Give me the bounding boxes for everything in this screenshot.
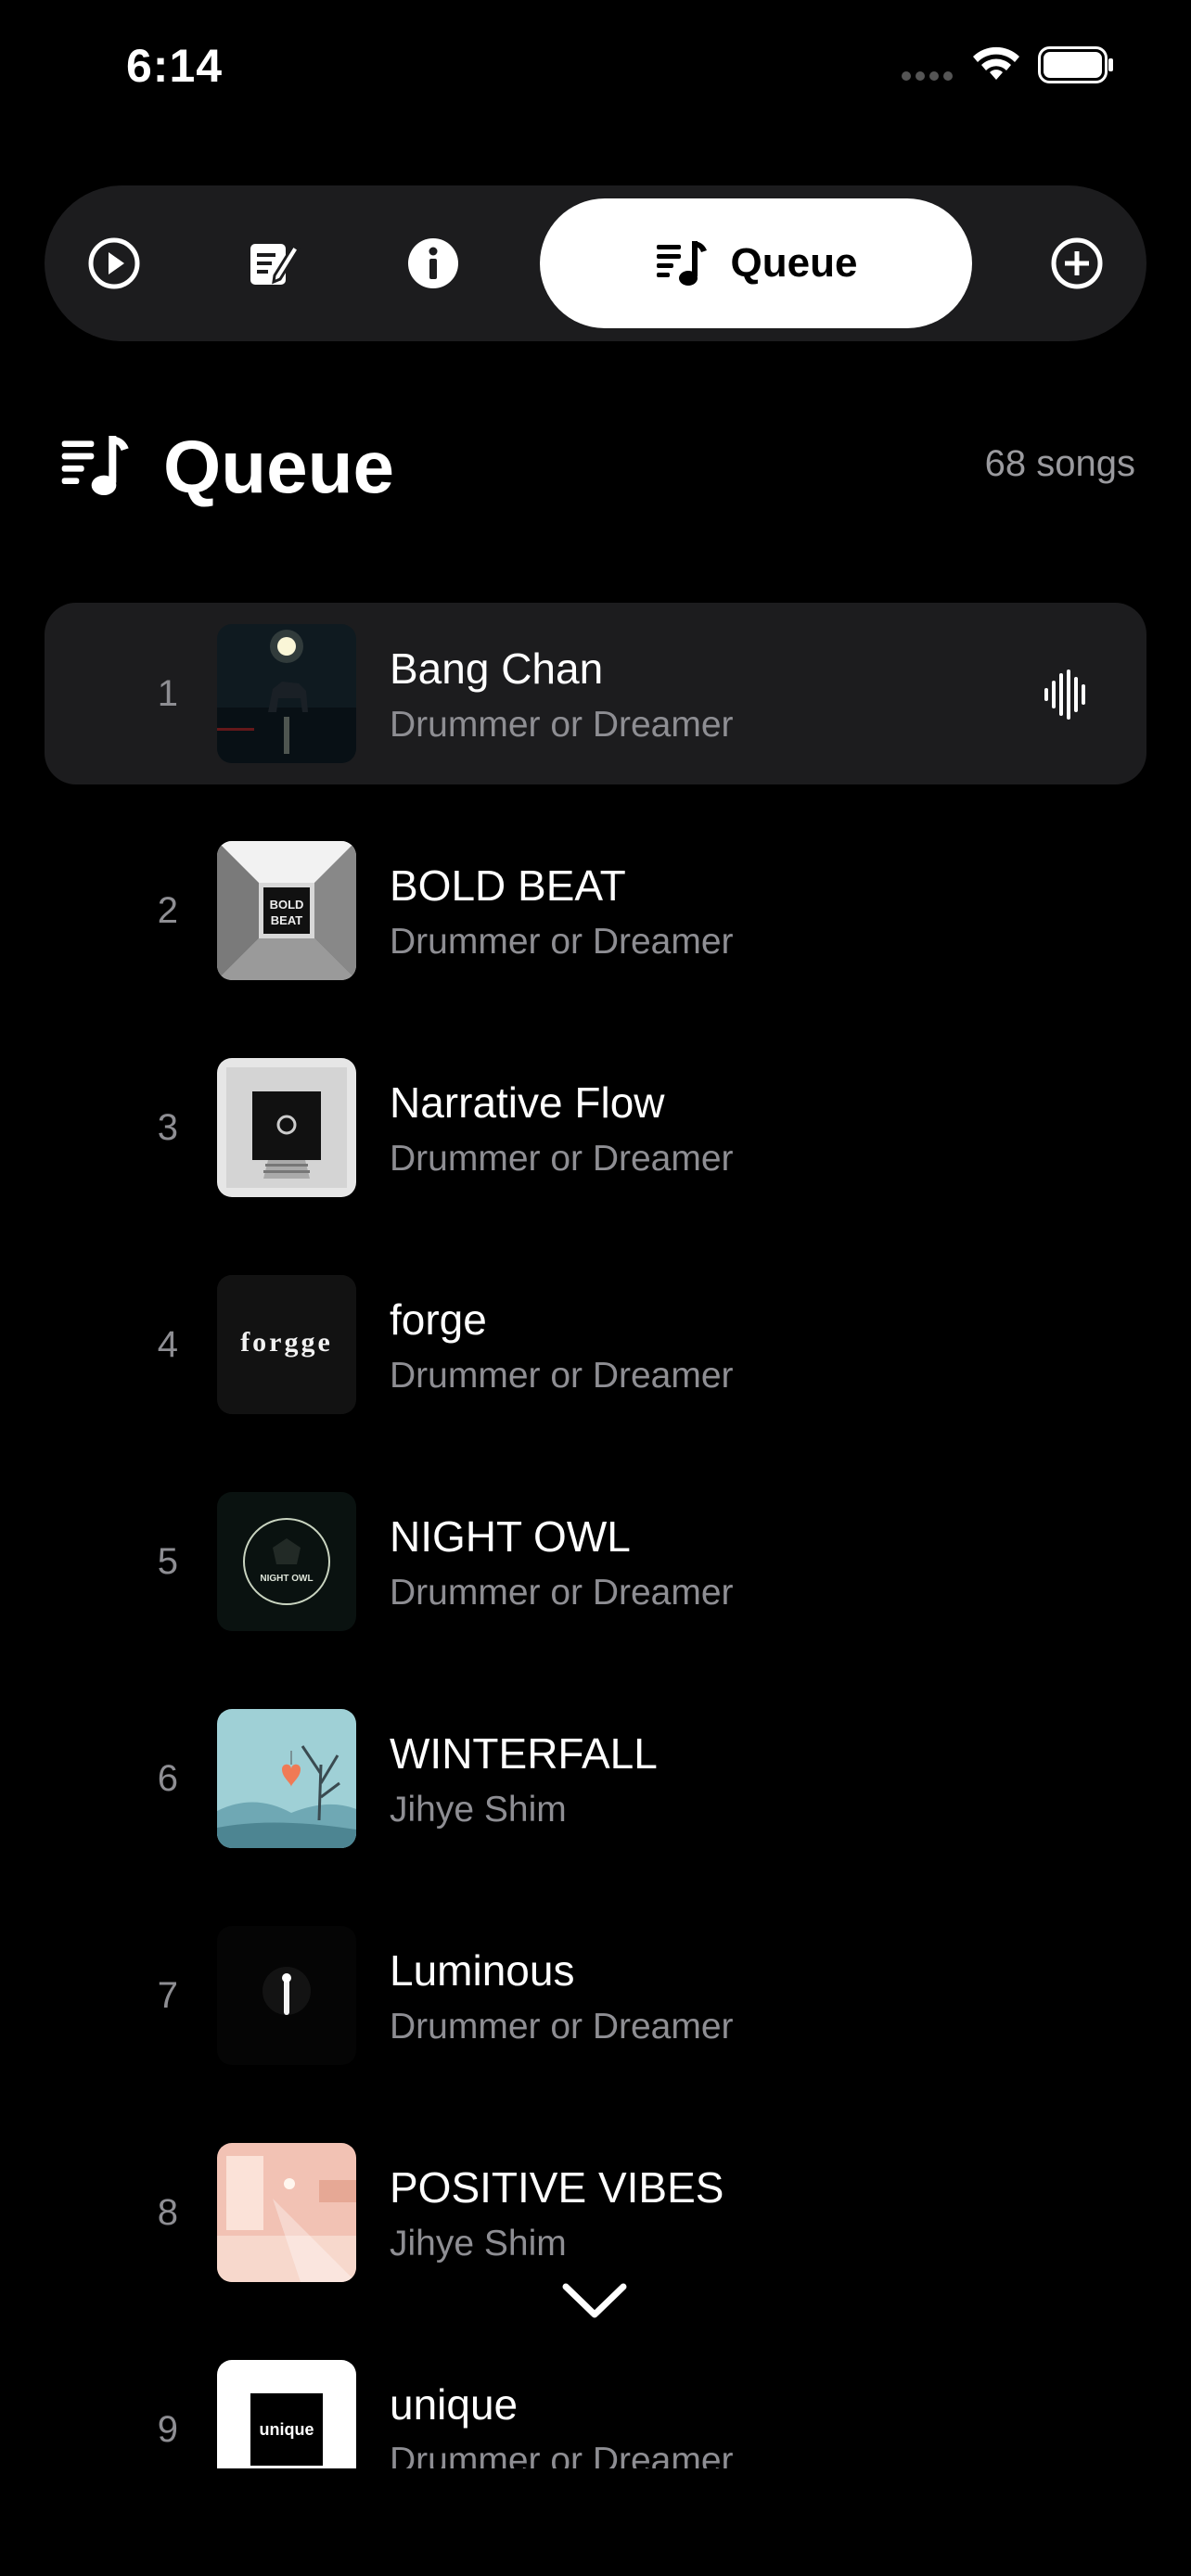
page-title: Queue xyxy=(163,426,394,508)
album-art xyxy=(217,1058,356,1197)
wifi-icon xyxy=(973,46,1019,80)
track-number: 4 xyxy=(157,1324,178,1365)
album-art xyxy=(217,2143,356,2282)
track-number: 7 xyxy=(157,1975,178,2016)
queue-header: Queue 68 songs xyxy=(59,408,1135,529)
track-title: Bang Chan xyxy=(390,644,604,693)
album-art xyxy=(217,1926,356,2065)
queue-music-icon xyxy=(656,241,707,286)
queue-row[interactable]: 6 WINTERFALL Jihye Shim xyxy=(45,1688,1146,1869)
track-title: forge xyxy=(390,1295,487,1344)
track-title: unique xyxy=(390,2380,519,2429)
track-artist: Drummer or Dreamer xyxy=(390,1139,734,1179)
track-artist: Drummer or Dreamer xyxy=(390,2441,734,2468)
queue-row[interactable]: 8 POSITIVE VIBES Jihye Shim xyxy=(45,2122,1146,2303)
track-artist: Drummer or Dreamer xyxy=(390,1573,734,1613)
track-title: NIGHT OWL xyxy=(390,1512,631,1561)
track-title: Luminous xyxy=(390,1946,575,1995)
queue-row[interactable]: 7 Luminous Drummer or Dreamer xyxy=(45,1905,1146,2086)
track-number: 9 xyxy=(157,2409,178,2450)
queue-tab-label: Queue xyxy=(730,240,858,286)
track-number: 2 xyxy=(157,890,178,931)
battery-icon xyxy=(1038,46,1113,83)
play-tab[interactable] xyxy=(87,236,141,290)
track-artist: Drummer or Dreamer xyxy=(390,922,734,962)
queue-list: 1 Bang Chan Drummer or Dreamer 2 BOLD BE… xyxy=(45,603,1146,2504)
queue-row[interactable]: 3 Narrative Flow Drummer or Dreamer xyxy=(45,1037,1146,1218)
cellular-signal-icon xyxy=(902,69,957,85)
track-title: BOLD BEAT xyxy=(390,861,626,910)
track-number: 5 xyxy=(157,1541,178,1582)
segment-tab-bar: Queue xyxy=(45,185,1146,341)
queue-row[interactable]: 2 BOLD BEAT BOLD BEAT Drummer or Dreamer xyxy=(45,820,1146,1001)
album-art xyxy=(217,624,356,763)
track-artist: Drummer or Dreamer xyxy=(390,1356,734,1396)
info-tab[interactable] xyxy=(406,236,460,290)
track-number: 8 xyxy=(157,2192,178,2233)
track-title: Narrative Flow xyxy=(390,1078,665,1127)
track-number: 3 xyxy=(157,1107,178,1148)
track-title: POSITIVE VIBES xyxy=(390,2163,724,2212)
play-circle-icon xyxy=(88,237,140,289)
queue-row[interactable]: 5 NIGHT OWL NIGHT OWL Drummer or Dreamer xyxy=(45,1471,1146,1652)
queue-row[interactable]: 9 unique unique Drummer or Dreamer xyxy=(45,2339,1146,2468)
queue-tab[interactable]: Queue xyxy=(540,198,972,328)
queue-row[interactable]: 1 Bang Chan Drummer or Dreamer xyxy=(45,603,1146,784)
track-number: 1 xyxy=(157,673,178,714)
svg-text:NIGHT OWL: NIGHT OWL xyxy=(260,1574,313,1584)
now-playing-waveform-icon xyxy=(1044,670,1085,720)
queue-row[interactable]: 4 forgge forge Drummer or Dreamer xyxy=(45,1254,1146,1435)
svg-text:BOLD: BOLD xyxy=(270,898,304,912)
chevron-down-icon[interactable] xyxy=(560,2281,629,2322)
track-title: WINTERFALL xyxy=(390,1729,658,1778)
status-bar: 6:14 xyxy=(0,0,1191,139)
lyrics-edit-icon xyxy=(250,243,301,285)
status-time: 6:14 xyxy=(126,40,224,92)
queue-music-icon xyxy=(61,436,129,495)
album-art: unique xyxy=(217,2360,356,2468)
album-art-text: forgge xyxy=(240,1327,333,1358)
plus-circle-icon xyxy=(1051,237,1103,289)
info-circle-icon xyxy=(408,238,458,288)
svg-text:BEAT: BEAT xyxy=(271,913,302,927)
album-art-text: unique xyxy=(260,2420,314,2439)
album-art: NIGHT OWL xyxy=(217,1492,356,1631)
track-artist: Jihye Shim xyxy=(390,1790,567,1830)
album-art: forgge xyxy=(217,1275,356,1414)
song-count: 68 songs xyxy=(984,443,1135,484)
track-number: 6 xyxy=(157,1758,178,1799)
track-artist: Drummer or Dreamer xyxy=(390,2007,734,2047)
add-tab[interactable] xyxy=(1050,236,1104,290)
album-art xyxy=(217,1709,356,1848)
lyrics-tab[interactable] xyxy=(247,238,301,288)
track-artist: Jihye Shim xyxy=(390,2224,567,2264)
album-art: BOLD BEAT xyxy=(217,841,356,980)
track-artist: Drummer or Dreamer xyxy=(390,705,734,745)
